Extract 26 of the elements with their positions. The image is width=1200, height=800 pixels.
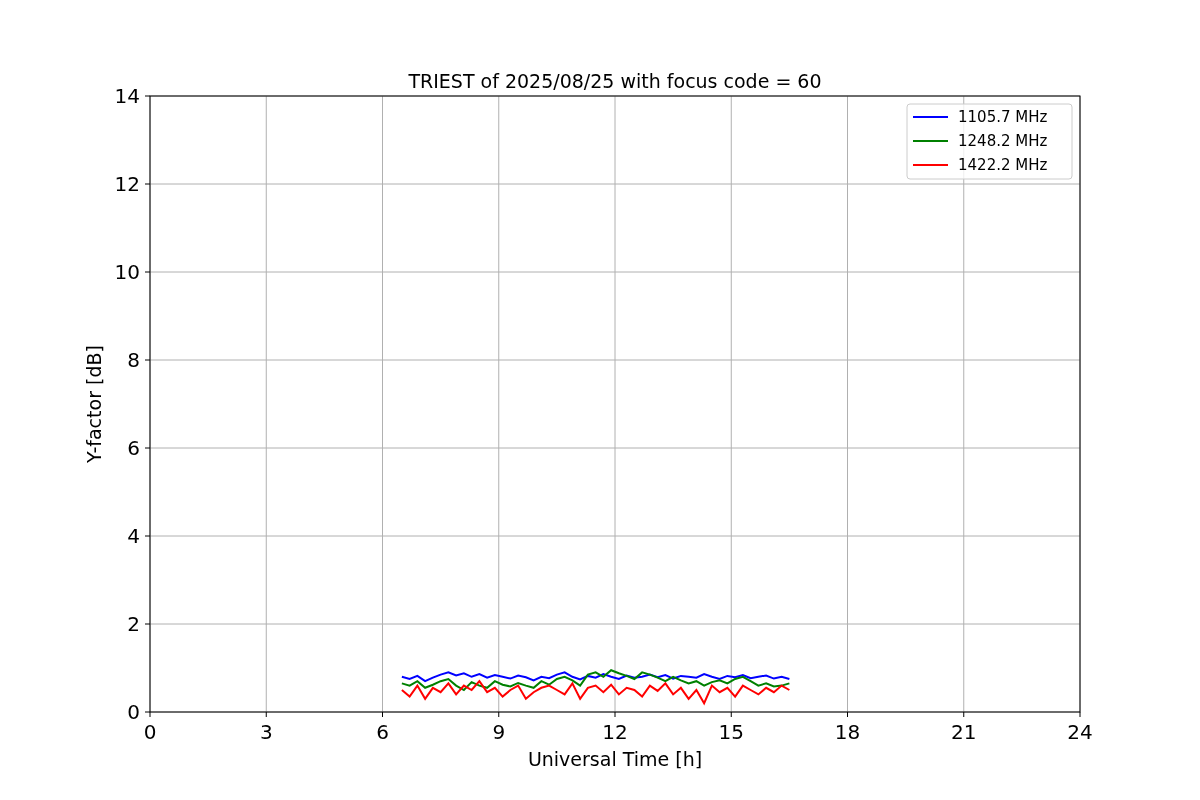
legend-line [912,140,949,142]
x-tick-label: 6 [376,720,389,744]
chart-title: TRIEST of 2025/08/25 with focus code = 60 [408,70,822,92]
y-axis-label: Y-factor [dB] [83,345,105,463]
x-tick-label: 21 [951,720,977,744]
legend-line [912,116,949,118]
x-tick-label: 24 [1067,720,1093,744]
legend-label: 1248.2 MHz [958,132,1048,150]
y-tick-label: 10 [114,260,140,284]
x-tick-label: 0 [143,720,157,744]
y-tick-label: 2 [127,612,140,636]
x-axis-label: Universal Time [h] [527,748,703,770]
x-tick-label: 3 [259,720,273,744]
x-tick-label: 9 [492,720,506,744]
legend-line [912,164,949,166]
x-tick-label: 12 [602,720,628,744]
y-tick-label: 0 [127,700,140,724]
legend-label: 1105.7 MHz [958,108,1048,126]
y-tick-label: 6 [127,436,140,460]
x-tick-label: 18 [834,720,861,744]
y-tick-label: 8 [127,348,140,372]
y-tick-label: 12 [114,172,140,196]
y-tick-label: 4 [127,524,140,548]
y-tick-label: 14 [114,84,140,108]
x-tick-label: 15 [718,720,744,744]
legend-label: 1422.2 MHz [958,156,1048,174]
